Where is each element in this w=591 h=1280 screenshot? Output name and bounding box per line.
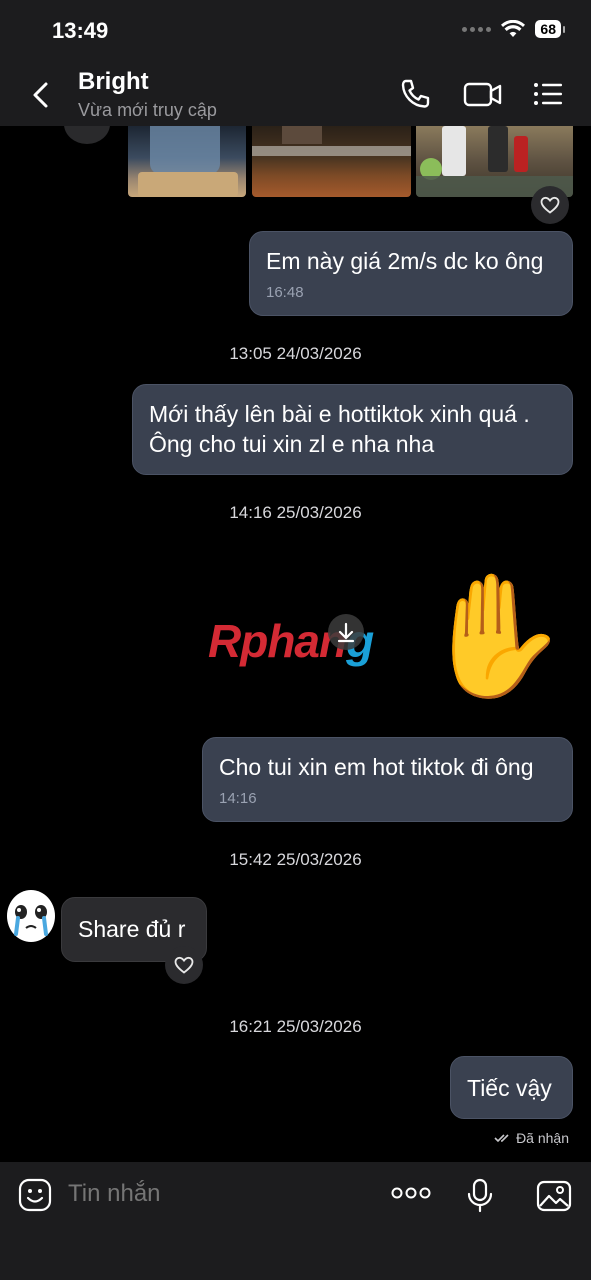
- message-text-line-2: Ông cho tui xin zl e nha nha: [149, 431, 435, 457]
- shared-photo-2[interactable]: [252, 126, 411, 197]
- status-bar: 13:49 68: [0, 0, 591, 62]
- waving-hand-sticker[interactable]: ✋: [420, 564, 569, 708]
- menu-list-icon[interactable]: [530, 78, 566, 110]
- emoji-sticker-icon[interactable]: [18, 1178, 52, 1212]
- message-input[interactable]: [68, 1180, 368, 1208]
- message-text: Tiếc vậy: [467, 1075, 552, 1101]
- shared-photo-1[interactable]: [128, 126, 246, 197]
- message-bubble-outgoing[interactable]: Em này giá 2m/s dc ko ông 16:48: [249, 231, 573, 316]
- more-options-icon[interactable]: [391, 1186, 431, 1200]
- download-overlay-button[interactable]: [328, 614, 364, 650]
- status-time: 13:49: [52, 18, 109, 43]
- message-text: Share đủ r: [78, 916, 186, 942]
- message-time: 14:16: [219, 790, 257, 807]
- photo-reaction-button[interactable]: [531, 186, 569, 224]
- double-check-icon: [494, 1134, 509, 1143]
- status-icons: 68: [462, 20, 565, 38]
- download-arrow-icon: [337, 622, 355, 643]
- back-arrow-icon[interactable]: [26, 78, 56, 112]
- contact-avatar[interactable]: [64, 126, 110, 144]
- date-separator: 13:05 24/03/2026: [229, 344, 362, 363]
- message-text: Cho tui xin em hot tiktok đi ông: [219, 754, 534, 780]
- battery-indicator: 68: [535, 20, 565, 38]
- message-time: 16:48: [266, 284, 304, 301]
- message-composer: [0, 1162, 591, 1280]
- wifi-icon: [501, 20, 526, 37]
- date-separator: 14:16 25/03/2026: [229, 503, 362, 522]
- cellular-signal-icon: [462, 26, 492, 32]
- message-reaction-button[interactable]: [165, 946, 203, 984]
- chat-header: Bright Vừa mới truy cập: [0, 62, 591, 126]
- contact-status: Vừa mới truy cập: [78, 100, 217, 120]
- contact-name[interactable]: Bright: [78, 68, 149, 96]
- delivery-status-label: Đã nhận: [516, 1130, 569, 1146]
- message-text-line-1: Mới thấy lên bài e hottiktok xinh quá .: [149, 401, 530, 427]
- delivery-status: Đã nhận: [494, 1130, 569, 1146]
- voice-microphone-icon[interactable]: [466, 1178, 494, 1214]
- video-call-icon[interactable]: [462, 78, 504, 110]
- message-bubble-outgoing[interactable]: Mới thấy lên bài e hottiktok xinh quá . …: [132, 384, 573, 475]
- heart-icon: [174, 956, 194, 974]
- heart-icon: [540, 196, 560, 214]
- contact-avatar-sticker[interactable]: [4, 888, 58, 948]
- phone-call-icon[interactable]: [398, 78, 434, 110]
- message-bubble-outgoing[interactable]: Cho tui xin em hot tiktok đi ông 14:16: [202, 737, 573, 822]
- image-gallery-icon[interactable]: [536, 1180, 572, 1212]
- chat-area[interactable]: Em này giá 2m/s dc ko ông 16:48 13:05 24…: [0, 126, 591, 1162]
- date-separator: 15:42 25/03/2026: [229, 850, 362, 869]
- date-separator: 16:21 25/03/2026: [229, 1017, 362, 1036]
- message-bubble-outgoing[interactable]: Tiếc vậy: [450, 1056, 573, 1119]
- message-text: Em này giá 2m/s dc ko ông: [266, 248, 544, 274]
